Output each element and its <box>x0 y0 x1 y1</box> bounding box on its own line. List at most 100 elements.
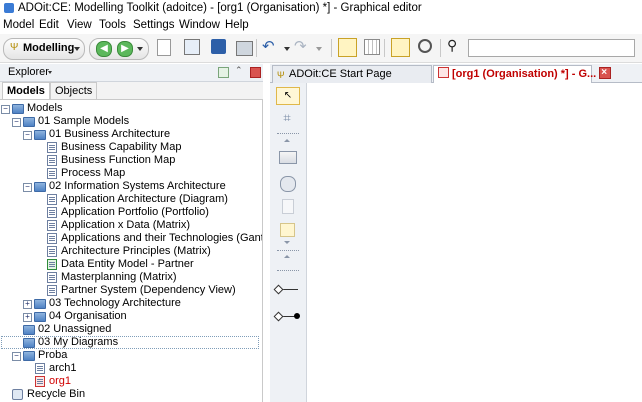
model-icon <box>47 233 57 244</box>
title-bar: ADOit:CE: Modelling Toolkit (adoitce) - … <box>0 0 642 18</box>
undo-icon[interactable]: ↶ <box>262 37 280 55</box>
model-icon <box>35 363 45 374</box>
expand-toggle[interactable]: + <box>23 313 32 322</box>
toolbar-separator <box>256 39 257 57</box>
scroll-up-icon[interactable] <box>284 139 290 142</box>
pointer-tool-icon[interactable]: ↖ <box>276 87 300 105</box>
expand-toggle[interactable]: + <box>23 300 32 309</box>
back-arrow-icon[interactable]: ◀ <box>96 41 112 57</box>
model-icon <box>438 67 449 78</box>
minimize-panel-icon[interactable]: ⌃ <box>235 65 243 76</box>
folder-icon <box>34 312 46 322</box>
model-icon <box>47 259 57 270</box>
tab-models[interactable]: Models <box>2 82 50 99</box>
collapse-toggle[interactable]: − <box>12 352 21 361</box>
palette-separator <box>277 133 299 135</box>
save-icon[interactable] <box>211 39 226 54</box>
chevron-down-icon[interactable] <box>137 47 143 51</box>
mode-selector-button[interactable]: Ψ Modelling <box>3 38 85 60</box>
binoculars-icon[interactable]: ⚲ <box>447 37 465 55</box>
model-tree: − Models − 01 Sample Models − 01 Busines… <box>0 100 263 402</box>
menu-view[interactable]: View <box>67 19 92 31</box>
folder-icon <box>34 182 46 192</box>
menu-help[interactable]: Help <box>225 19 249 31</box>
menu-settings[interactable]: Settings <box>133 19 175 31</box>
organisational-unit-tool-icon[interactable] <box>279 151 297 164</box>
collapse-toggle[interactable]: − <box>23 131 32 140</box>
navigation-button-group: ◀ ▶ <box>89 38 149 60</box>
model-hierarchy-icon[interactable] <box>338 38 357 57</box>
document-tool-icon[interactable] <box>282 199 294 214</box>
folder-icon <box>23 117 35 127</box>
drawing-canvas[interactable] <box>307 83 642 402</box>
chevron-down-icon[interactable] <box>284 47 290 51</box>
explorer-title[interactable]: Explorer <box>8 66 49 78</box>
dot-end-icon <box>294 313 300 319</box>
diamond-end-icon <box>273 311 284 322</box>
tab-start-page[interactable]: Ψ ADOit:CE Start Page <box>272 65 432 83</box>
new-object-icon[interactable] <box>184 39 200 55</box>
swimlane-tool-icon[interactable]: ⌗ <box>276 110 298 126</box>
folder-icon <box>34 299 46 309</box>
palette-separator <box>277 250 299 252</box>
redo-icon[interactable]: ↷ <box>294 37 312 55</box>
menu-bar: Model Edit View Tools Settings Window He… <box>0 17 642 34</box>
editor-tabs: Ψ ADOit:CE Start Page [org1 (Organisation… <box>270 64 642 83</box>
close-tab-icon[interactable] <box>599 65 612 81</box>
window-title: ADOit:CE: Modelling Toolkit (adoitce) - … <box>18 2 422 14</box>
diamond-end-icon <box>273 284 284 295</box>
recycle-bin-icon <box>12 389 23 400</box>
menu-window[interactable]: Window <box>179 19 220 31</box>
model-icon <box>35 376 45 387</box>
modelling-palette: ↖ ⌗ <box>270 83 307 402</box>
collapse-toggle[interactable]: − <box>12 118 21 127</box>
toolbar-separator <box>440 39 441 57</box>
folder-icon <box>23 351 35 361</box>
forward-arrow-icon[interactable]: ▶ <box>117 41 133 57</box>
menu-edit[interactable]: Edit <box>39 19 59 31</box>
model-icon <box>47 246 57 257</box>
toolbar-separator <box>331 39 332 57</box>
chevron-down-icon[interactable] <box>48 71 52 74</box>
folder-icon <box>34 130 46 140</box>
toolbar: Ψ Modelling ◀ ▶ ↶ ↷ ⚲ <box>0 34 642 63</box>
folder-icon <box>23 338 35 348</box>
sync-icon[interactable] <box>218 67 229 78</box>
grid-icon[interactable] <box>364 39 380 55</box>
app-icon <box>4 3 14 13</box>
relation-tool-icon[interactable] <box>277 270 299 272</box>
mode-label: Modelling <box>23 42 75 54</box>
new-model-icon[interactable] <box>157 39 171 56</box>
role-tool-icon[interactable] <box>280 176 296 192</box>
wand-icon: Ψ <box>10 42 19 53</box>
tab-org1-editor[interactable]: [org1 (Organisation) *] - G... <box>433 65 612 83</box>
model-icon <box>47 194 57 205</box>
model-icon <box>47 155 57 166</box>
menu-model[interactable]: Model <box>3 19 34 31</box>
model-icon <box>47 285 57 296</box>
folder-icon <box>12 104 24 114</box>
tab-objects[interactable]: Objects <box>50 82 98 99</box>
model-icon <box>47 168 57 179</box>
wand-icon: Ψ <box>277 70 285 80</box>
explorer-header: Explorer ⌃ <box>0 64 263 82</box>
collapse-toggle[interactable]: − <box>1 105 10 114</box>
folder-icon <box>23 325 35 335</box>
explorer-tabs: Models Objects <box>0 82 263 100</box>
chevron-down-icon <box>74 47 80 51</box>
model-icon <box>47 220 57 231</box>
search-input[interactable] <box>468 39 635 57</box>
toolbar-separator <box>384 39 385 57</box>
model-icon <box>47 207 57 218</box>
note-tool-icon[interactable] <box>280 223 295 237</box>
menu-tools[interactable]: Tools <box>99 19 126 31</box>
zoom-icon[interactable] <box>418 39 432 53</box>
print-icon[interactable] <box>236 41 253 56</box>
collapse-toggle[interactable]: − <box>23 183 32 192</box>
scroll-up-icon[interactable] <box>284 255 290 258</box>
model-icon <box>47 272 57 283</box>
zoom-fit-icon[interactable] <box>391 38 410 57</box>
close-panel-icon[interactable] <box>250 67 261 78</box>
chevron-down-icon[interactable] <box>316 47 322 51</box>
scroll-down-icon[interactable] <box>284 241 290 244</box>
